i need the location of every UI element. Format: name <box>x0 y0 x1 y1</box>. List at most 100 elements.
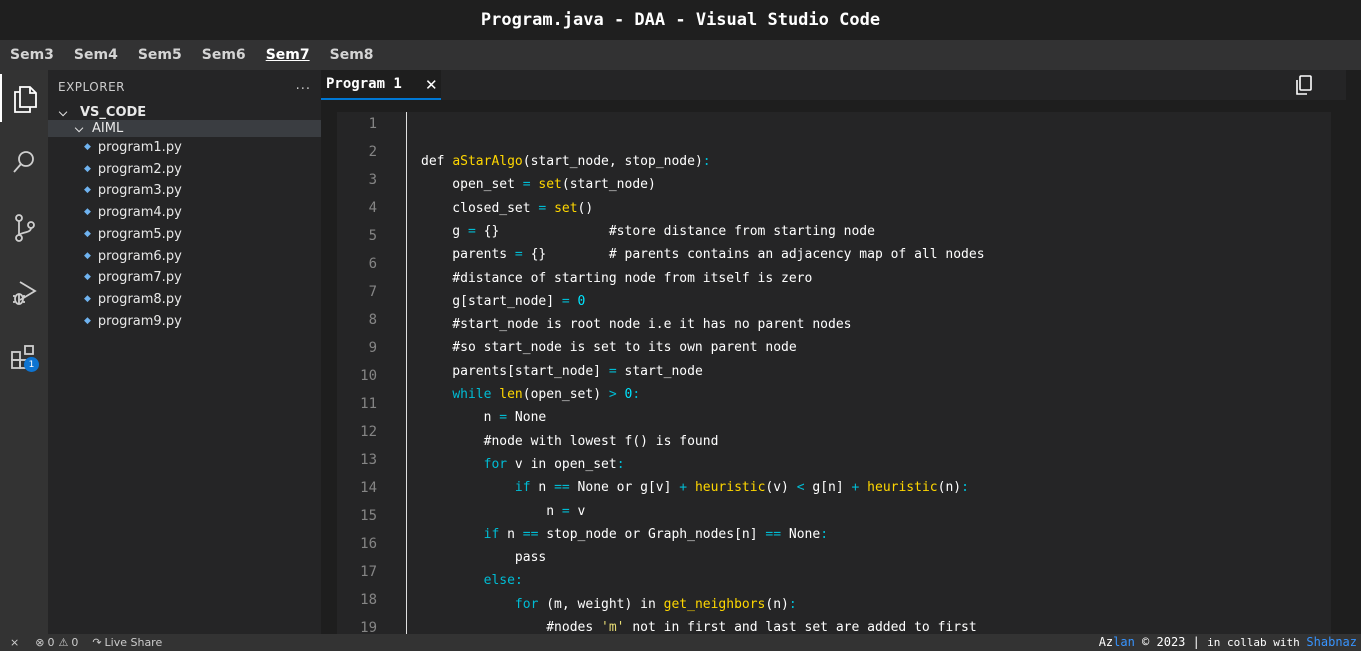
python-file-icon: ◆ <box>84 316 91 326</box>
search-button[interactable] <box>0 138 48 186</box>
code-line: parents = {} # parents contains an adjac… <box>421 247 985 263</box>
tab-sem7[interactable]: Sem7 <box>266 47 310 63</box>
file-program7[interactable]: ◆ program7.py <box>48 267 321 287</box>
file-program8[interactable]: ◆ program8.py <box>48 289 321 309</box>
code-line: for v in open_set: <box>483 456 625 472</box>
activity-bar: 1 <box>0 70 48 634</box>
extensions-badge: 1 <box>24 357 39 372</box>
explorer-button[interactable] <box>0 74 48 122</box>
explorer-sidebar: EXPLORER ... ⌵ VS_CODE ⌵ AIML ◆ program1… <box>48 70 321 634</box>
python-file-icon: ◆ <box>84 229 91 239</box>
copy-icon[interactable] <box>1293 74 1315 96</box>
code-line: #node with lowest f() is found <box>421 433 719 449</box>
line-number: 9 <box>368 340 377 356</box>
chevron-down-icon: ⌵ <box>58 105 68 119</box>
code-line: closed_set = set() <box>421 200 594 216</box>
line-number: 4 <box>368 200 377 216</box>
line-number: 19 <box>360 620 377 634</box>
code-line: #distance of starting node from itself i… <box>421 270 813 286</box>
credit-mid: © 2023 | <box>1134 635 1208 649</box>
line-number: 15 <box>360 508 377 524</box>
code-line: #nodes 'm' not in first and last set are… <box>421 620 977 634</box>
folder-aiml[interactable]: ⌵ AIML <box>48 120 321 137</box>
tab-sem5[interactable]: Sem5 <box>138 47 182 63</box>
live-share-icon: ↷ <box>92 636 102 649</box>
credit-text: Azlan © 2023 | in collab with Shabnaz <box>1099 635 1357 649</box>
code-line: g[start_node] = 0 <box>421 293 586 309</box>
code-editor[interactable]: 1 2 3 4 5 6 7 8 9 10 11 12 13 14 15 16 17 18 19 def aStarA… <box>337 112 1331 634</box>
folder-label: VS_CODE <box>80 105 147 120</box>
code-line: parents[start_node] = start_node <box>421 363 703 379</box>
line-number: 14 <box>360 480 377 496</box>
editor-area: Program 1 ✕ 1 2 3 4 5 6 7 8 9 10 11 12 13 14 15 16 17 18 1… <box>321 70 1361 634</box>
editor-tab-strip: Program 1 ✕ <box>321 70 1346 100</box>
live-share-button[interactable]: Live Share <box>105 636 163 649</box>
credit-partner[interactable]: Shabnaz <box>1306 635 1357 649</box>
code-line: pass <box>421 550 547 566</box>
line-number: 1 <box>368 116 377 132</box>
remote-icon[interactable]: ⨯ <box>10 636 19 649</box>
code-line: #start_node is root node i.e it has no p… <box>421 317 852 333</box>
source-control-button[interactable] <box>0 204 48 252</box>
file-program2[interactable]: ◆ program2.py <box>48 159 321 179</box>
explorer-more-button[interactable]: ... <box>296 78 311 93</box>
python-file-icon: ◆ <box>84 185 91 195</box>
file-label: program6.py <box>97 248 182 264</box>
code-line: g = {} #store distance from starting nod… <box>421 223 875 239</box>
close-icon[interactable]: ✕ <box>425 76 438 94</box>
files-icon <box>14 86 37 113</box>
status-bar: ⨯ ⊗ 0 ⚠ 0 ↷ Live Share Azlan © 2023 | in… <box>0 634 1361 651</box>
line-number: 6 <box>368 256 377 272</box>
chevron-down-icon: ⌵ <box>74 121 84 135</box>
file-program6[interactable]: ◆ program6.py <box>48 246 321 266</box>
code-line: else: <box>483 573 523 589</box>
source-control-icon <box>15 214 35 242</box>
explorer-title: EXPLORER <box>58 80 125 94</box>
python-file-icon: ◆ <box>84 142 91 152</box>
gutter-divider <box>406 112 407 634</box>
file-label: program3.py <box>97 182 182 198</box>
file-label: program7.py <box>97 269 182 285</box>
status-left: ⨯ ⊗ 0 ⚠ 0 ↷ Live Share <box>10 636 162 649</box>
run-debug-button[interactable] <box>0 268 48 316</box>
code-line: #so start_node is set to its own parent … <box>421 340 797 356</box>
line-number: 3 <box>368 172 377 188</box>
file-label: program5.py <box>97 226 182 242</box>
tab-sem3[interactable]: Sem3 <box>10 47 54 63</box>
extensions-button[interactable] <box>0 334 48 382</box>
python-file-icon: ◆ <box>84 294 91 304</box>
folder-vs-code[interactable]: ⌵ VS_CODE <box>48 104 321 121</box>
credit-name-b: lan <box>1113 635 1135 649</box>
run-debug-icon <box>13 281 37 305</box>
file-label: program4.py <box>97 204 182 220</box>
tab-program-1[interactable]: Program 1 ✕ <box>321 70 441 100</box>
python-file-icon: ◆ <box>84 251 91 261</box>
file-program9[interactable]: ◆ program9.py <box>48 311 321 331</box>
code-line: n = v <box>421 503 586 519</box>
warning-count[interactable]: 0 <box>71 636 78 649</box>
file-program1[interactable]: ◆ program1.py <box>48 137 321 157</box>
file-label: program1.py <box>97 139 182 155</box>
code-line: def aStarAlgo(start_node, stop_node): <box>421 154 711 169</box>
tab-sem6[interactable]: Sem6 <box>202 47 246 63</box>
line-number: 8 <box>368 312 377 328</box>
python-file-icon: ◆ <box>84 272 91 282</box>
line-number: 13 <box>360 452 377 468</box>
line-number: 10 <box>360 368 377 384</box>
tab-sem8[interactable]: Sem8 <box>330 47 374 63</box>
line-number: 5 <box>368 228 377 244</box>
credit-collab: in collab with <box>1207 636 1307 649</box>
file-program5[interactable]: ◆ program5.py <box>48 224 321 244</box>
code-line: n = None <box>421 410 547 426</box>
file-label: program8.py <box>97 291 182 307</box>
file-label: program9.py <box>97 313 182 329</box>
tab-sem4[interactable]: Sem4 <box>74 47 118 63</box>
vertical-scrollbar[interactable] <box>1346 70 1361 634</box>
code-line: open_set = set(start_node) <box>421 177 656 193</box>
file-program4[interactable]: ◆ program4.py <box>48 202 321 222</box>
error-count[interactable]: 0 <box>47 636 54 649</box>
line-number: 2 <box>368 144 377 160</box>
file-program3[interactable]: ◆ program3.py <box>48 180 321 200</box>
error-icon: ⊗ <box>35 636 45 649</box>
line-number: 12 <box>360 424 377 440</box>
